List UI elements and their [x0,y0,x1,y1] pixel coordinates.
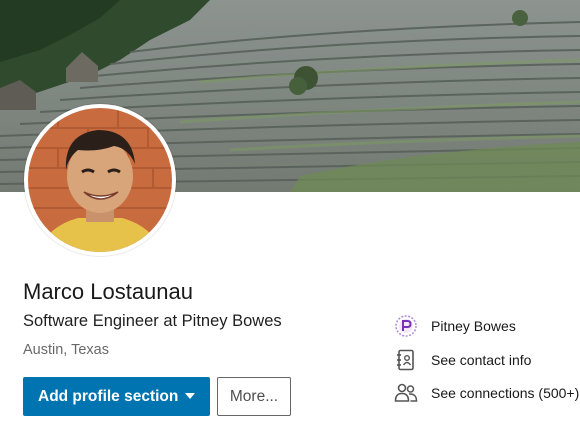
profile-photo[interactable] [24,104,176,256]
contact-info-link[interactable]: See contact info [393,347,531,373]
connections-link[interactable]: See connections (500+) [393,380,579,406]
connections-label: See connections (500+) [431,385,580,401]
contact-info-label: See contact info [431,352,532,368]
more-button-label: More... [229,387,279,405]
caret-down-icon [185,393,195,399]
address-book-icon [393,347,419,373]
pitney-bowes-logo-icon [393,313,419,339]
current-company-link[interactable]: Pitney Bowes [393,313,516,339]
add-profile-section-label: Add profile section [38,387,179,405]
profile-headline: Software Engineer at Pitney Bowes [23,312,282,330]
people-icon [393,380,419,406]
company-name: Pitney Bowes [431,318,516,334]
more-button[interactable]: More... [217,377,291,416]
profile-name: Marco Lostaunau [23,279,193,304]
add-profile-section-button[interactable]: Add profile section [23,377,210,416]
profile-location: Austin, Texas [23,342,109,358]
